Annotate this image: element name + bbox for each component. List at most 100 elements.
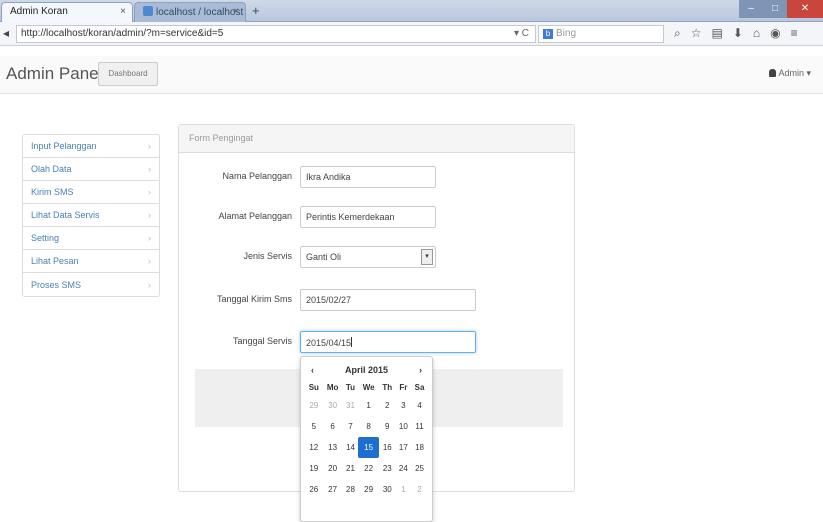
select-value: Ganti Oli bbox=[306, 252, 342, 262]
weekday-label: Fr bbox=[399, 382, 408, 392]
calendar-day[interactable]: 24 bbox=[396, 458, 411, 479]
calendar-day[interactable]: 12 bbox=[305, 437, 323, 458]
search-placeholder: Bing bbox=[556, 28, 577, 39]
url-bar[interactable]: http://localhost/koran/admin/?m=service&… bbox=[16, 25, 536, 43]
calendar-day[interactable]: 2 bbox=[379, 395, 396, 416]
week-row: 29 30 31 1 2 3 4 bbox=[305, 395, 428, 416]
bookmarks-icon[interactable]: ▤ bbox=[712, 26, 723, 41]
alamat-pelanggan-input[interactable]: Perintis Kemerdekaan bbox=[300, 206, 436, 228]
sidebar-item-label: Lihat Pesan bbox=[31, 256, 79, 266]
sidebar-item-label: Olah Data bbox=[31, 164, 72, 174]
new-tab-button[interactable]: + bbox=[252, 3, 260, 18]
next-month-button[interactable]: › bbox=[419, 365, 422, 375]
sidebar-item-proses-sms[interactable]: Proses SMS › bbox=[23, 273, 159, 296]
browser-tab-bar: Admin Koran × localhost / localhost / ..… bbox=[0, 0, 823, 22]
tanggal-kirim-sms-input[interactable]: 2015/02/27 bbox=[300, 289, 476, 311]
calendar-day[interactable]: 23 bbox=[379, 458, 396, 479]
calendar-day-selected[interactable]: 15 bbox=[358, 437, 379, 458]
chevron-right-icon: › bbox=[148, 187, 151, 197]
search-bar[interactable]: b Bing bbox=[538, 25, 664, 43]
week-row: 19 20 21 22 23 24 25 bbox=[305, 458, 428, 479]
sidebar-item-lihat-data-servis[interactable]: Lihat Data Servis › bbox=[23, 204, 159, 227]
calendar-day[interactable]: 19 bbox=[305, 458, 323, 479]
week-row: 12 13 14 15 16 17 18 bbox=[305, 437, 428, 458]
calendar-day[interactable]: 30 bbox=[379, 479, 396, 500]
calendar-day[interactable]: 4 bbox=[411, 395, 428, 416]
caret-down-icon: ▾ bbox=[806, 68, 811, 78]
window-controls: – □ ✕ bbox=[739, 0, 823, 18]
chevron-right-icon: › bbox=[148, 256, 151, 266]
prev-month-button[interactable]: ‹ bbox=[311, 365, 314, 375]
calendar-day[interactable]: 10 bbox=[396, 416, 411, 437]
calendar-day[interactable]: 30 bbox=[323, 395, 343, 416]
weekday-row: Su Mo Tu We Th Fr Sa bbox=[305, 379, 428, 395]
calendar-day[interactable]: 27 bbox=[323, 479, 343, 500]
calendar-day[interactable]: 3 bbox=[396, 395, 411, 416]
tanggal-servis-input[interactable]: 2015/04/15 bbox=[300, 331, 476, 353]
menu-icon[interactable]: ≡ bbox=[791, 26, 798, 41]
jenis-servis-select[interactable]: Ganti Oli ▾ bbox=[300, 246, 436, 268]
form-row-tanggal-servis: Tanggal Servis 2015/04/15 bbox=[179, 331, 576, 353]
calendar-day[interactable]: 9 bbox=[379, 416, 396, 437]
calendar-day[interactable]: 11 bbox=[411, 416, 428, 437]
star-icon[interactable]: ☆ bbox=[691, 26, 702, 41]
search-icon[interactable]: ⌕ bbox=[674, 26, 681, 41]
brand-title[interactable]: Admin Panel bbox=[6, 64, 102, 84]
calendar-day[interactable]: 31 bbox=[343, 395, 359, 416]
calendar-day[interactable]: 16 bbox=[379, 437, 396, 458]
sidebar-item-label: Input Pelanggan bbox=[31, 141, 97, 151]
back-icon[interactable]: ◂ bbox=[3, 26, 9, 40]
nama-pelanggan-input[interactable]: Ikra Andika bbox=[300, 166, 436, 188]
maximize-icon[interactable]: □ bbox=[763, 0, 787, 18]
calendar-day[interactable]: 29 bbox=[358, 479, 378, 500]
calendar-day[interactable]: 1 bbox=[396, 479, 411, 500]
calendar-day[interactable]: 21 bbox=[343, 458, 359, 479]
calendar-day[interactable]: 26 bbox=[305, 479, 323, 500]
tab-close-icon[interactable]: × bbox=[120, 6, 126, 17]
calendar-day[interactable]: 17 bbox=[396, 437, 411, 458]
minimize-icon[interactable]: – bbox=[739, 0, 763, 18]
sidebar-item-kirim-sms[interactable]: Kirim SMS › bbox=[23, 181, 159, 204]
calendar-day[interactable]: 22 bbox=[358, 458, 378, 479]
calendar-day[interactable]: 8 bbox=[358, 416, 378, 437]
tab-close-icon[interactable]: × bbox=[233, 6, 239, 17]
sidebar-item-setting[interactable]: Setting › bbox=[23, 227, 159, 250]
sidebar-item-label: Proses SMS bbox=[31, 279, 82, 290]
calendar-day[interactable]: 25 bbox=[411, 458, 428, 479]
calendar-day[interactable]: 13 bbox=[323, 437, 343, 458]
browser-tab-inactive[interactable]: localhost / localhost / ... × bbox=[134, 2, 246, 22]
weekday-label: Su bbox=[308, 382, 319, 392]
dropdown-arrow-icon[interactable]: ▾ bbox=[421, 249, 433, 265]
close-window-icon[interactable]: ✕ bbox=[787, 0, 823, 18]
calendar-day[interactable]: 1 bbox=[358, 395, 378, 416]
calendar-day[interactable]: 18 bbox=[411, 437, 428, 458]
calendar-day[interactable]: 7 bbox=[343, 416, 359, 437]
weekday-label: Tu bbox=[345, 382, 356, 392]
calendar-day[interactable]: 2 bbox=[411, 479, 428, 500]
form-row-nama: Nama Pelanggan Ikra Andika bbox=[179, 166, 576, 188]
calendar-day[interactable]: 28 bbox=[343, 479, 359, 500]
browser-nav-bar: ◂ http://localhost/koran/admin/?m=servic… bbox=[0, 22, 823, 46]
home-icon[interactable]: ⌂ bbox=[753, 26, 760, 41]
browser-tab-active[interactable]: Admin Koran × bbox=[1, 2, 133, 22]
sidebar-item-lihat-pesan[interactable]: Lihat Pesan › bbox=[23, 250, 159, 273]
reload-icon[interactable]: ▾ C bbox=[514, 28, 529, 39]
calendar-day[interactable]: 6 bbox=[323, 416, 343, 437]
sidebar-item-input-pelanggan[interactable]: Input Pelanggan › bbox=[23, 135, 159, 158]
addon-icon[interactable]: ◉ bbox=[770, 26, 780, 41]
dashboard-button[interactable]: Dashboard bbox=[98, 62, 158, 86]
user-menu[interactable]: Admin ▾ bbox=[769, 68, 811, 79]
sidebar-item-olah-data[interactable]: Olah Data › bbox=[23, 158, 159, 181]
calendar-day[interactable]: 29 bbox=[305, 395, 323, 416]
calendar-day[interactable]: 5 bbox=[305, 416, 323, 437]
datepicker-title[interactable]: April 2015 bbox=[345, 365, 388, 375]
field-label: Nama Pelanggan bbox=[222, 171, 292, 181]
weekday-label: Sa bbox=[414, 382, 425, 392]
weekday-label: Th bbox=[382, 382, 393, 392]
user-icon bbox=[769, 69, 777, 77]
calendar-day[interactable]: 20 bbox=[323, 458, 343, 479]
download-icon[interactable]: ⬇ bbox=[733, 26, 743, 41]
calendar-grid: Su Mo Tu We Th Fr Sa 29 30 31 1 2 3 4 5 … bbox=[305, 379, 428, 500]
calendar-day[interactable]: 14 bbox=[343, 437, 359, 458]
sidebar: Input Pelanggan › Olah Data › Kirim SMS › L… bbox=[22, 134, 160, 297]
